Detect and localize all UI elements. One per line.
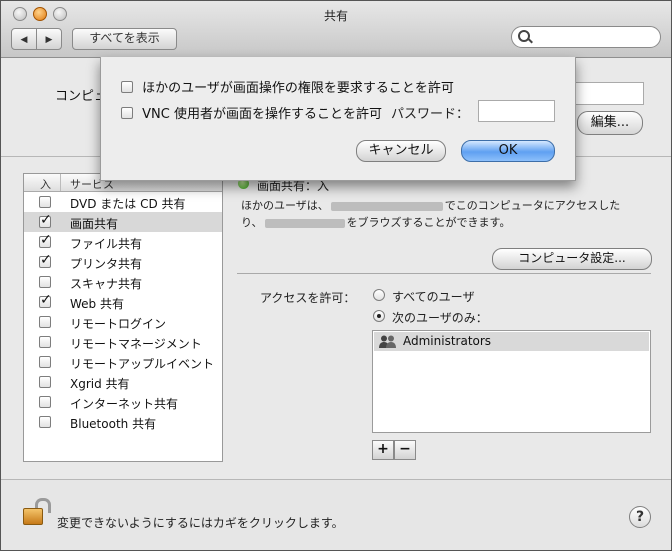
service-name: DVD または CD 共有 — [70, 197, 186, 211]
service-checkbox[interactable] — [39, 196, 51, 208]
group-icon — [379, 335, 396, 348]
back-button[interactable]: ◀ — [11, 28, 37, 50]
computer-settings-button[interactable]: コンピュータ設定... — [492, 248, 652, 270]
search-icon — [518, 30, 530, 42]
service-checkbox[interactable] — [39, 212, 52, 228]
ok-button[interactable]: OK — [461, 140, 555, 162]
only-users-label[interactable]: 次のユーザのみ： — [392, 309, 488, 326]
request-permission-label[interactable]: ほかのユーザが画面操作の権限を要求することを許可 — [142, 81, 454, 96]
service-checkbox[interactable] — [39, 416, 51, 428]
redacted-address — [330, 201, 443, 211]
vnc-control-checkbox[interactable] — [121, 106, 133, 119]
service-checkbox[interactable] — [39, 356, 51, 368]
column-separator — [60, 174, 61, 191]
service-checkbox[interactable] — [39, 396, 51, 408]
description-text: をブラウズすることができます。 — [346, 216, 511, 229]
option-request-permission[interactable]: ほかのユーザが画面操作の権限を要求することを許可 — [121, 77, 454, 96]
computer-name-field[interactable] — [575, 82, 644, 105]
add-user-button[interactable]: + — [372, 440, 394, 460]
access-label: アクセスを許可： — [260, 291, 356, 305]
list-item[interactable]: Web 共有 — [24, 292, 222, 312]
list-item[interactable]: リモートログイン — [24, 312, 222, 332]
service-checkbox[interactable] — [39, 252, 52, 268]
list-item[interactable]: DVD または CD 共有 — [24, 192, 222, 212]
list-item[interactable]: プリンタ共有 — [24, 252, 222, 272]
footer: 変更できないようにするにはカギをクリックします。 ? — [1, 479, 671, 550]
only-users-radio[interactable] — [373, 310, 385, 322]
description-line-2: り、 をブラウズすることができます。 — [241, 214, 510, 230]
service-name: インターネット共有 — [70, 397, 179, 411]
password-label: パスワード： — [391, 107, 470, 122]
list-item[interactable]: Administrators — [374, 332, 649, 351]
edit-button[interactable]: 編集... — [577, 111, 643, 135]
service-checkbox[interactable] — [39, 376, 51, 388]
title-bar: 共有 ◀ ▶ すべてを表示 — [1, 1, 671, 58]
users-list[interactable]: Administrators — [372, 330, 651, 433]
vnc-control-label[interactable]: VNC 使用者が画面を操作することを許可 — [142, 107, 382, 122]
list-item[interactable]: ファイル共有 — [24, 232, 222, 252]
lock-body — [23, 508, 43, 525]
list-item[interactable]: リモートアップルイベント — [24, 352, 222, 372]
lock-icon[interactable] — [23, 498, 51, 525]
service-checkbox[interactable] — [39, 336, 51, 348]
window-title: 共有 — [323, 9, 348, 23]
list-item[interactable]: Xgrid 共有 — [24, 372, 222, 392]
service-name: Bluetooth 共有 — [70, 417, 157, 431]
forward-arrow-icon: ▶ — [45, 35, 53, 45]
service-checkbox[interactable] — [39, 276, 51, 288]
request-permission-checkbox[interactable] — [121, 80, 133, 93]
search-field[interactable] — [511, 26, 661, 48]
list-item[interactable]: 画面共有 — [24, 212, 222, 232]
list-item[interactable]: Bluetooth 共有 — [24, 412, 222, 432]
detail-divider — [237, 273, 651, 274]
option-vnc-control[interactable]: VNC 使用者が画面を操作することを許可 — [121, 103, 382, 122]
remove-user-button[interactable]: − — [394, 440, 416, 460]
description-text: でこのコンピュータにアクセスした — [444, 199, 621, 212]
service-checkbox[interactable] — [39, 292, 52, 308]
column-on-header[interactable]: 入 — [40, 176, 51, 192]
service-name: 画面共有 — [70, 217, 119, 231]
all-users-radio[interactable] — [373, 289, 385, 301]
description-text: り、 — [241, 216, 263, 229]
lock-text: 変更できないようにするにはカギをクリックします。 — [57, 516, 344, 530]
sharing-window: 共有 ◀ ▶ すべてを表示 コンピュ 編集... 入 サービス DVD または … — [0, 0, 672, 551]
service-list[interactable]: 入 サービス DVD または CD 共有画面共有ファイル共有プリンタ共有スキャナ… — [23, 173, 223, 462]
service-name: リモートアップルイベント — [70, 357, 215, 371]
description-text: ほかのユーザは、 — [241, 199, 329, 212]
forward-button[interactable]: ▶ — [36, 28, 62, 50]
list-item[interactable]: インターネット共有 — [24, 392, 222, 412]
help-button[interactable]: ? — [629, 506, 651, 528]
redacted-name — [264, 218, 345, 228]
service-name: プリンタ共有 — [70, 257, 143, 271]
service-name: スキャナ共有 — [70, 277, 143, 291]
back-arrow-icon: ◀ — [20, 35, 28, 45]
all-users-label[interactable]: すべてのユーザ — [392, 288, 474, 305]
show-all-button[interactable]: すべてを表示 — [72, 28, 177, 50]
description-line-1: ほかのユーザは、 でこのコンピュータにアクセスした — [241, 197, 620, 213]
vnc-password-field[interactable] — [478, 100, 555, 122]
list-item[interactable]: リモートマネージメント — [24, 332, 222, 352]
service-name: リモートマネージメント — [70, 337, 202, 351]
list-item[interactable]: スキャナ共有 — [24, 272, 222, 292]
service-checkbox[interactable] — [39, 232, 52, 248]
screen-sharing-settings-sheet: ほかのユーザが画面操作の権限を要求することを許可 VNC 使用者が画面を操作する… — [100, 57, 576, 181]
user-name: Administrators — [403, 334, 492, 348]
service-name: Xgrid 共有 — [70, 377, 130, 391]
service-name: ファイル共有 — [70, 237, 143, 251]
service-checkbox[interactable] — [39, 316, 51, 328]
cancel-button[interactable]: キャンセル — [356, 140, 446, 162]
service-name: リモートログイン — [70, 317, 167, 331]
service-name: Web 共有 — [70, 297, 124, 311]
